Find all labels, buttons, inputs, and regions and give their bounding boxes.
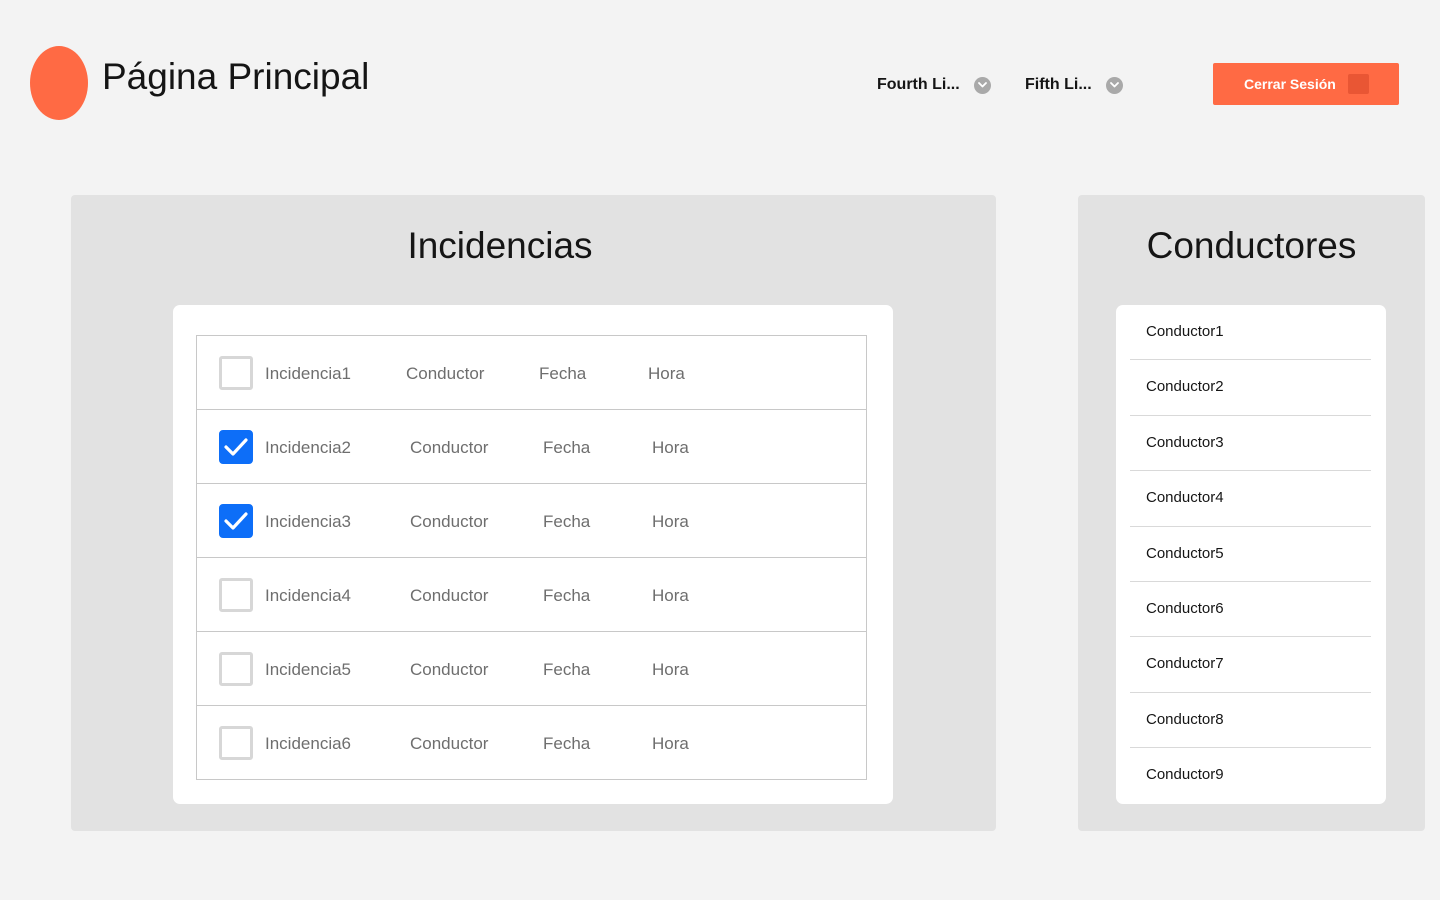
- incidencia-conductor: Conductor: [410, 734, 489, 753]
- list-item[interactable]: Conductor3: [1130, 416, 1371, 472]
- incidencia-hora: Hora: [652, 734, 689, 753]
- table-row[interactable]: Incidencia5 Conductor Fecha Hora: [197, 632, 866, 706]
- conductor-label: Conductor9: [1146, 766, 1224, 784]
- conductores-list: Conductor1 Conductor2 Conductor3 Conduct…: [1116, 305, 1386, 804]
- row-checkbox[interactable]: [219, 726, 253, 760]
- conductor-label: Conductor1: [1146, 323, 1224, 340]
- incidencia-fecha: Fecha: [543, 734, 591, 753]
- incidencia-hora: Hora: [652, 586, 689, 605]
- incidencia-name: Incidencia5: [265, 660, 352, 679]
- conductor-label: Conductor5: [1146, 544, 1224, 562]
- row-checkbox-checked[interactable]: [219, 504, 253, 538]
- incidencias-table: Incidencia1 Conductor Fecha Hora Inciden…: [196, 335, 867, 780]
- list-item[interactable]: Conductor7: [1130, 637, 1371, 693]
- chevron-down-icon: [973, 76, 991, 94]
- check-icon: [224, 512, 248, 530]
- incidencia-hora: Hora: [648, 364, 685, 383]
- row-checkbox[interactable]: [219, 652, 253, 686]
- incidencia-fecha: Fecha: [543, 512, 591, 531]
- row-checkbox-checked[interactable]: [219, 430, 253, 464]
- list-item[interactable]: Conductor4: [1130, 471, 1371, 527]
- table-row[interactable]: Incidencia2 Conductor Fecha Hora: [197, 410, 866, 484]
- incidencia-fecha: Fecha: [543, 660, 591, 679]
- conductor-label: Conductor2: [1146, 378, 1224, 396]
- app-window: Página Principal Fourth Li... Fifth Li..…: [0, 0, 1440, 900]
- page-title: Página Principal: [102, 56, 370, 97]
- incidencia-name: Incidencia6: [265, 734, 352, 753]
- table-row[interactable]: Incidencia4 Conductor Fecha Hora: [197, 558, 866, 632]
- chevron-down-icon: [1105, 76, 1123, 94]
- conductor-label: Conductor8: [1146, 710, 1224, 728]
- incidencia-name: Incidencia1: [265, 364, 352, 383]
- table-row[interactable]: Incidencia3 Conductor Fecha Hora: [197, 484, 866, 558]
- incidencia-hora: Hora: [652, 512, 689, 531]
- logo: [30, 46, 88, 120]
- incidencia-hora: Hora: [652, 438, 689, 457]
- list-item[interactable]: Conductor8: [1130, 693, 1371, 749]
- nav-dropdown-fifth[interactable]: Fifth Li...: [1025, 73, 1123, 97]
- row-checkbox[interactable]: [219, 356, 253, 390]
- list-item[interactable]: Conductor1: [1130, 305, 1371, 361]
- conductor-label: Conductor3: [1146, 433, 1224, 451]
- incidencia-conductor: Conductor: [410, 586, 489, 605]
- nav-label: Fifth Li...: [1025, 76, 1092, 93]
- incidencia-conductor: Conductor: [410, 512, 489, 531]
- list-item[interactable]: Conductor5: [1130, 527, 1371, 582]
- incidencia-name: Incidencia3: [265, 512, 352, 531]
- conductor-label: Conductor7: [1146, 655, 1224, 673]
- incidencia-conductor: Conductor: [406, 364, 485, 383]
- list-item[interactable]: Conductor9: [1130, 748, 1371, 803]
- conductor-label: Conductor6: [1146, 599, 1224, 617]
- table-row[interactable]: Incidencia6 Conductor Fecha Hora: [197, 706, 866, 780]
- incidencia-name: Incidencia2: [265, 438, 352, 457]
- incidencia-fecha: Fecha: [543, 586, 591, 605]
- list-item[interactable]: Conductor6: [1130, 582, 1371, 638]
- incidencia-conductor: Conductor: [410, 660, 489, 679]
- incidencias-heading: Incidencias: [407, 225, 593, 266]
- table-row[interactable]: Incidencia1 Conductor Fecha Hora: [197, 336, 866, 410]
- conductores-heading: Conductores: [1146, 225, 1357, 266]
- logout-button-label: Cerrar Sesión: [1244, 76, 1336, 92]
- incidencia-fecha: Fecha: [539, 364, 587, 383]
- check-icon: [224, 438, 248, 456]
- incidencia-name: Incidencia4: [265, 586, 352, 605]
- logout-button[interactable]: Cerrar Sesión: [1213, 63, 1399, 105]
- conductor-label: Conductor4: [1146, 489, 1224, 507]
- logout-icon: [1347, 74, 1369, 94]
- incidencia-hora: Hora: [652, 660, 689, 679]
- incidencia-fecha: Fecha: [543, 438, 591, 457]
- nav-dropdown-fourth[interactable]: Fourth Li...: [877, 73, 991, 97]
- list-item[interactable]: Conductor2: [1130, 360, 1371, 416]
- nav-label: Fourth Li...: [877, 76, 960, 93]
- row-checkbox[interactable]: [219, 578, 253, 612]
- incidencia-conductor: Conductor: [410, 438, 489, 457]
